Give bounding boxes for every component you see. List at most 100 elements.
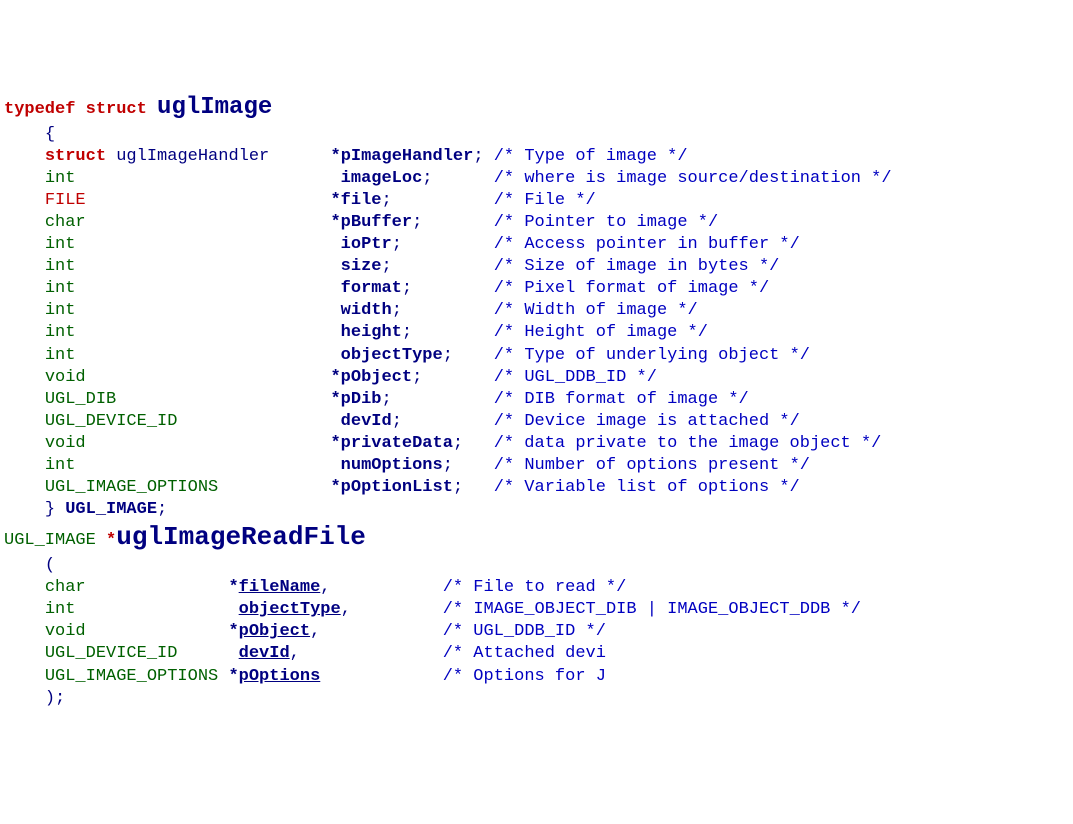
code-line: int height; /* Height of image */ xyxy=(4,322,1069,344)
param-type: UGL_IMAGE_OPTIONS xyxy=(45,667,229,686)
member-comment: /* Height of image */ xyxy=(494,323,708,342)
code-line: void *privateData; /* data private to th… xyxy=(4,433,1069,455)
semicolon: ; xyxy=(381,257,391,276)
member-comment: /* File */ xyxy=(494,191,596,210)
typedef-alias: UGL_IMAGE xyxy=(65,500,157,519)
member-type: UGL_DIB xyxy=(45,390,331,409)
pointer-star: * xyxy=(330,147,340,166)
member-name: format xyxy=(341,279,402,298)
semicolon: ; xyxy=(443,346,453,365)
param-comment: /* UGL_DDB_ID */ xyxy=(443,622,606,641)
code-line: int numOptions; /* Number of options pre… xyxy=(4,455,1069,477)
semicolon: ; xyxy=(443,456,453,475)
function-name: uglImageReadFile xyxy=(116,522,366,552)
member-type: UGL_DEVICE_ID xyxy=(45,412,331,431)
param-type: void xyxy=(45,622,229,641)
pointer-star: * xyxy=(330,213,340,232)
member-name: pBuffer xyxy=(341,213,412,232)
member-type: int xyxy=(45,169,331,188)
code-line: int size; /* Size of image in bytes */ xyxy=(4,256,1069,278)
param-comment: /* Attached devi xyxy=(443,644,606,663)
member-name: pImageHandler xyxy=(341,147,474,166)
code-line: ); xyxy=(4,688,1069,710)
semicolon: ; xyxy=(392,301,402,320)
open-brace: { xyxy=(45,125,55,144)
param-type: int xyxy=(45,600,229,619)
semicolon: ; xyxy=(412,213,422,232)
semicolon: ; xyxy=(422,169,432,188)
pointer-star: * xyxy=(330,368,340,387)
member-name: height xyxy=(341,323,402,342)
member-type: int xyxy=(45,301,331,320)
member-type: int xyxy=(45,257,331,276)
member-type-extra: uglImageHandler xyxy=(116,147,330,166)
code-line: UGL_IMAGE_OPTIONS *pOptions /* Options f… xyxy=(4,666,1069,688)
member-name: privateData xyxy=(341,434,453,453)
pointer-star: * xyxy=(330,191,340,210)
member-name: devId xyxy=(341,412,392,431)
param-comment: /* IMAGE_OBJECT_DIB | IMAGE_OBJECT_DDB *… xyxy=(443,600,861,619)
semicolon: ; xyxy=(473,147,483,166)
code-line: UGL_IMAGE *uglImageReadFile xyxy=(4,521,1069,555)
code-line: UGL_DIB *pDib; /* DIB format of image */ xyxy=(4,389,1069,411)
code-line: FILE *file; /* File */ xyxy=(4,190,1069,212)
semicolon: ; xyxy=(453,478,463,497)
member-name: size xyxy=(341,257,382,276)
semicolon: ; xyxy=(412,368,422,387)
member-comment: /* Width of image */ xyxy=(494,301,698,320)
param-name: pObject xyxy=(239,622,310,641)
pointer-star: * xyxy=(228,578,238,597)
code-line: int format; /* Pixel format of image */ xyxy=(4,278,1069,300)
code-line: { xyxy=(4,124,1069,146)
member-comment: /* Access pointer in buffer */ xyxy=(494,235,800,254)
code-line: int imageLoc; /* where is image source/d… xyxy=(4,168,1069,190)
code-line: UGL_IMAGE_OPTIONS *pOptionList; /* Varia… xyxy=(4,477,1069,499)
code-line: typedef struct uglImage xyxy=(4,92,1069,123)
member-comment: /* UGL_DDB_ID */ xyxy=(494,368,657,387)
member-name: pObject xyxy=(341,368,412,387)
param-name: devId xyxy=(239,644,290,663)
semicolon: ; xyxy=(402,279,412,298)
member-comment: /* Variable list of options */ xyxy=(494,478,800,497)
param-name: objectType xyxy=(239,600,341,619)
member-name: file xyxy=(341,191,382,210)
semicolon: ; xyxy=(392,412,402,431)
member-comment: /* Type of image */ xyxy=(494,147,688,166)
code-line: int ioPtr; /* Access pointer in buffer *… xyxy=(4,234,1069,256)
code-line: char *fileName, /* File to read */ xyxy=(4,577,1069,599)
code-line: ( xyxy=(4,555,1069,577)
struct-name: uglImage xyxy=(157,94,272,121)
close-brace: } xyxy=(45,500,55,519)
param-name: fileName xyxy=(239,578,321,597)
semicolon: ; xyxy=(453,434,463,453)
close-paren: ); xyxy=(45,689,65,708)
member-type: int xyxy=(45,235,331,254)
semicolon: ; xyxy=(157,500,167,519)
return-type: UGL_IMAGE xyxy=(4,531,96,550)
member-name: pOptionList xyxy=(341,478,453,497)
comma: , xyxy=(341,600,351,619)
member-type: void xyxy=(45,368,331,387)
code-line: } UGL_IMAGE; xyxy=(4,499,1069,521)
member-type: char xyxy=(45,213,331,232)
pointer-star: * xyxy=(228,622,238,641)
pointer-star: * xyxy=(106,531,116,550)
code-line: int width; /* Width of image */ xyxy=(4,300,1069,322)
member-type: int xyxy=(45,346,331,365)
member-comment: /* data private to the image object */ xyxy=(494,434,882,453)
member-type: void xyxy=(45,434,331,453)
member-type-keyword: struct xyxy=(45,147,106,166)
member-comment: /* Pixel format of image */ xyxy=(494,279,769,298)
member-name: width xyxy=(341,301,392,320)
member-type: int xyxy=(45,279,331,298)
param-type: UGL_DEVICE_ID xyxy=(45,644,229,663)
code-line: UGL_DEVICE_ID devId, /* Attached devi xyxy=(4,643,1069,665)
member-type: int xyxy=(45,456,331,475)
semicolon: ; xyxy=(392,235,402,254)
code-listing: typedef struct uglImage { struct uglImag… xyxy=(4,92,1069,709)
code-line: UGL_DEVICE_ID devId; /* Device image is … xyxy=(4,411,1069,433)
semicolon: ; xyxy=(381,191,391,210)
member-comment: /* Number of options present */ xyxy=(494,456,810,475)
semicolon: ; xyxy=(381,390,391,409)
code-line: int objectType; /* Type of underlying ob… xyxy=(4,345,1069,367)
